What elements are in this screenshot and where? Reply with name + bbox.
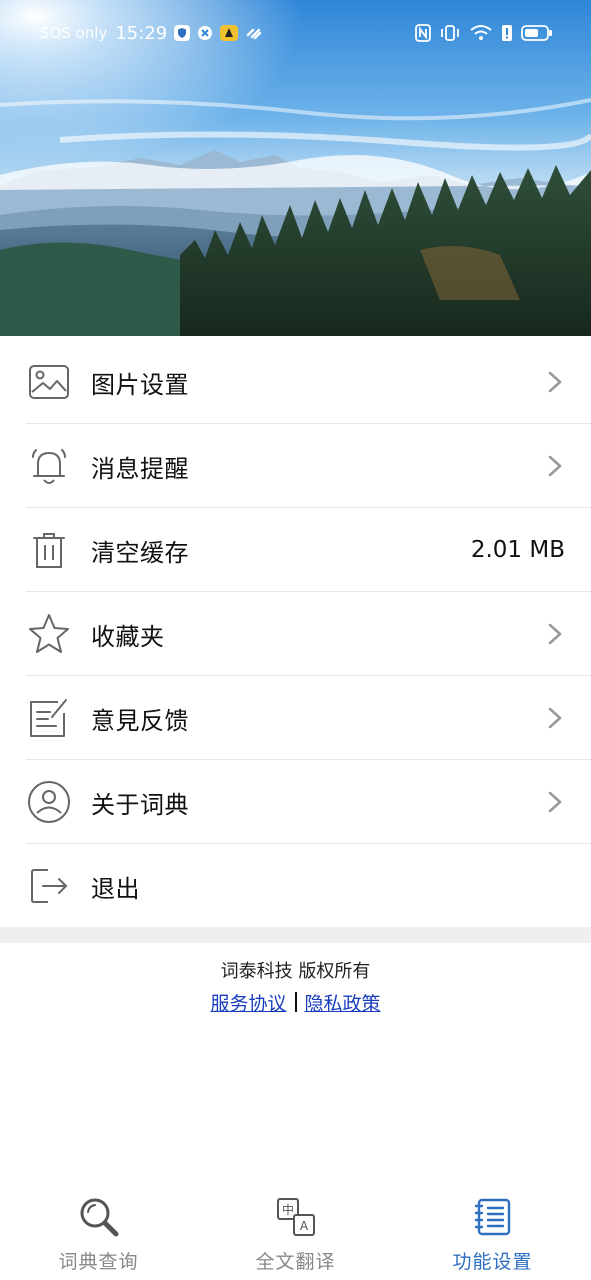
vibrate-icon <box>439 24 461 42</box>
menu-item-label: 退出 <box>91 874 140 903</box>
menu-item-notifications[interactable]: 消息提醒 <box>0 424 591 508</box>
nav-full-translation[interactable]: 中A 全文翻译 <box>197 1195 394 1274</box>
user-circle-icon <box>26 779 72 825</box>
alert-icon <box>501 24 513 42</box>
app-notification-icon <box>219 24 239 42</box>
notebook-icon <box>471 1195 515 1239</box>
trash-icon <box>26 527 72 573</box>
bell-icon <box>26 443 72 489</box>
carrier-text: SOS only <box>40 24 108 42</box>
link-separator <box>294 992 297 1012</box>
menu-item-label: 收藏夹 <box>91 622 165 651</box>
footer: 词泰科技 版权所有 服务协议 隐私政策 <box>0 957 591 1016</box>
nav-dictionary-search[interactable]: 词典查询 <box>0 1195 197 1274</box>
star-icon <box>26 611 72 657</box>
menu-item-about[interactable]: 关于词典 <box>0 760 591 844</box>
menu-item-image-settings[interactable]: 图片设置 <box>0 340 591 424</box>
privacy-link[interactable]: 隐私政策 <box>305 993 381 1015</box>
nav-label: 功能设置 <box>452 1251 533 1273</box>
menu-item-feedback[interactable]: 意見反馈 <box>0 676 591 760</box>
nav-settings[interactable]: 功能设置 <box>394 1195 591 1274</box>
search-icon <box>77 1195 121 1239</box>
chevron-right-icon <box>543 622 567 646</box>
menu-item-label: 清空缓存 <box>91 538 189 567</box>
chevron-right-icon <box>543 706 567 730</box>
svg-text:A: A <box>299 1219 308 1233</box>
copyright-text: 词泰科技 版权所有 <box>220 961 371 982</box>
translate-icon: 中A <box>274 1195 318 1239</box>
menu-item-label: 图片设置 <box>91 370 189 399</box>
cache-size-value: 2.01 MB <box>470 537 565 563</box>
wifi-icon <box>469 24 493 42</box>
clock-time: 15:29 <box>115 22 168 44</box>
shield-icon <box>173 24 191 42</box>
chevron-right-icon <box>543 454 567 478</box>
menu-item-label: 消息提醒 <box>91 454 189 483</box>
status-bar: SOS only 15:29 <box>0 0 591 66</box>
close-circle-icon <box>197 25 213 41</box>
logout-icon <box>26 863 72 909</box>
feedback-icon <box>26 695 72 741</box>
menu-item-label: 关于词典 <box>91 790 189 819</box>
nav-label: 词典查询 <box>58 1251 139 1273</box>
battery-icon <box>521 24 553 42</box>
chevron-right-icon <box>543 790 567 814</box>
status-bar-right <box>415 24 553 42</box>
bottom-nav: 词典查询 中A 全文翻译 功能设置 <box>0 1195 591 1280</box>
svg-text:中: 中 <box>281 1202 293 1217</box>
menu-item-favorites[interactable]: 收藏夹 <box>0 592 591 676</box>
nfc-icon <box>415 24 431 42</box>
image-icon <box>26 359 72 405</box>
terms-link[interactable]: 服务协议 <box>210 993 286 1015</box>
link-icon <box>245 25 263 41</box>
menu-item-logout[interactable]: 退出 <box>0 844 591 928</box>
footer-links: 服务协议 隐私政策 <box>0 989 591 1016</box>
section-separator <box>0 927 591 943</box>
menu-item-label: 意見反馈 <box>91 706 189 735</box>
menu-item-clear-cache[interactable]: 清空缓存 2.01 MB <box>0 508 591 592</box>
settings-menu: 图片设置 消息提醒 清空缓存 2.01 MB 收藏夹 意見反馈 关于词典 退出 <box>0 340 591 928</box>
status-bar-left: SOS only 15:29 <box>40 23 263 44</box>
nav-label: 全文翻译 <box>255 1251 336 1273</box>
chevron-right-icon <box>543 370 567 394</box>
